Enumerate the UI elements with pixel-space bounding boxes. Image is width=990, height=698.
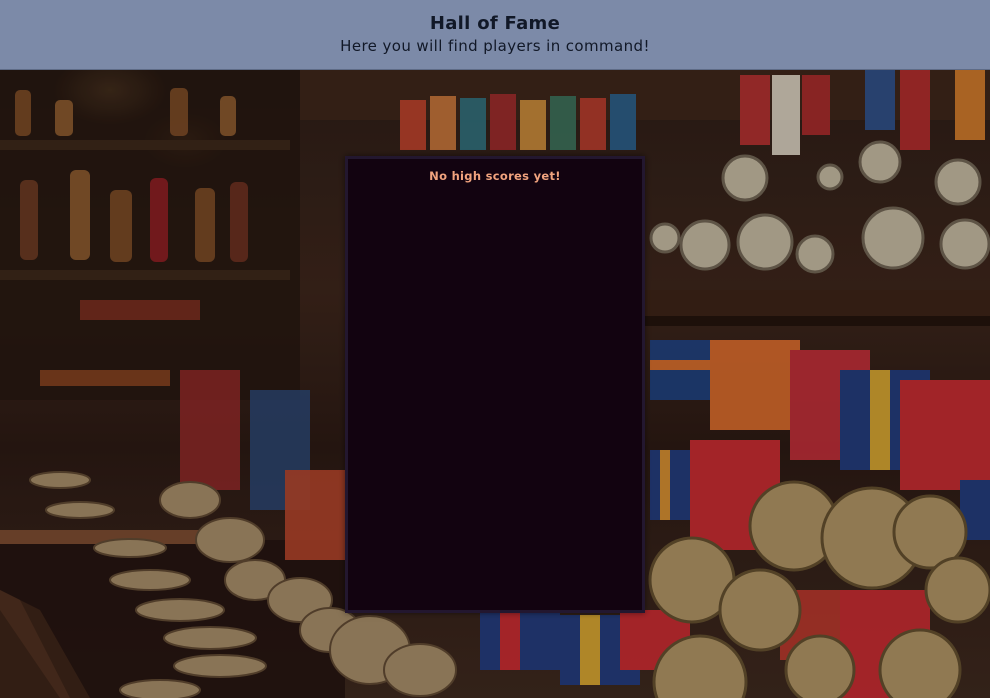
no-high-scores-message: No high scores yet!: [429, 169, 561, 183]
page-subtitle: Here you will find players in command!: [340, 37, 650, 55]
high-scores-panel: No high scores yet!: [345, 156, 645, 613]
page-header: Hall of Fame Here you will find players …: [0, 0, 990, 70]
page-title: Hall of Fame: [429, 13, 561, 34]
